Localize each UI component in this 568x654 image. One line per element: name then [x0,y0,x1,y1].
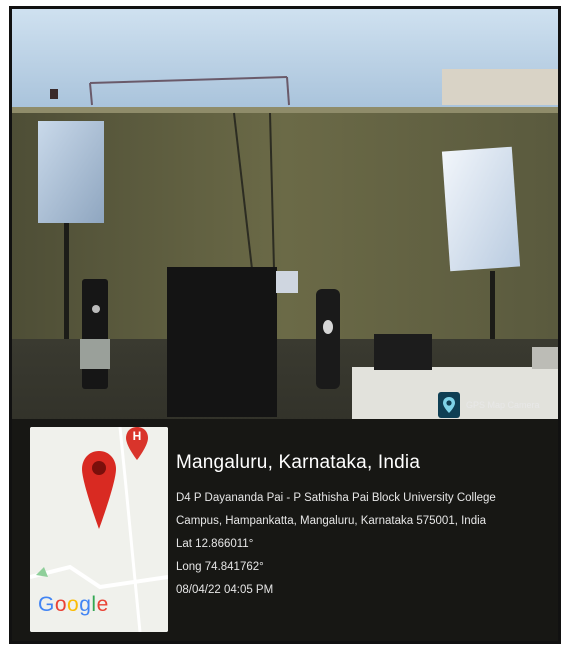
location-city: Mangaluru, Karnataka, India [176,452,421,473]
google-logo-letter: G [38,593,55,616]
google-logo-letter: o [54,593,68,616]
gps-camera-label: GPS Map Camera [466,400,540,410]
google-logo-letter: e [96,593,109,616]
location-info: Mangaluru, Karnataka, India D4 P Dayanan… [176,451,550,602]
hospital-marker-label: H [132,429,142,443]
google-logo: Google [38,593,109,617]
latitude: Lat 12.866011° [176,538,254,550]
address-line-1: D4 P Dayananda Pai - P Sathisha Pai Bloc… [176,492,496,504]
longitude: Long 74.841762° [176,561,264,573]
hospital-marker-icon: H [126,427,148,461]
gps-camera-badge: GPS Map Camera [438,389,540,421]
google-logo-letter: o [67,593,80,616]
map-pin-icon [82,451,116,529]
map-pin-icon [438,392,460,418]
google-logo-letter: g [79,593,92,616]
map-thumbnail: H Google [30,427,168,632]
address-line-2: Campus, Hampankatta, Mangaluru, Karnatak… [176,515,487,527]
photo-frame: GPS Map Camera H Google Mangaluru, Karna… [9,6,561,644]
google-logo-text: Google [38,593,109,616]
timestamp: 08/04/22 04:05 PM [176,584,274,596]
